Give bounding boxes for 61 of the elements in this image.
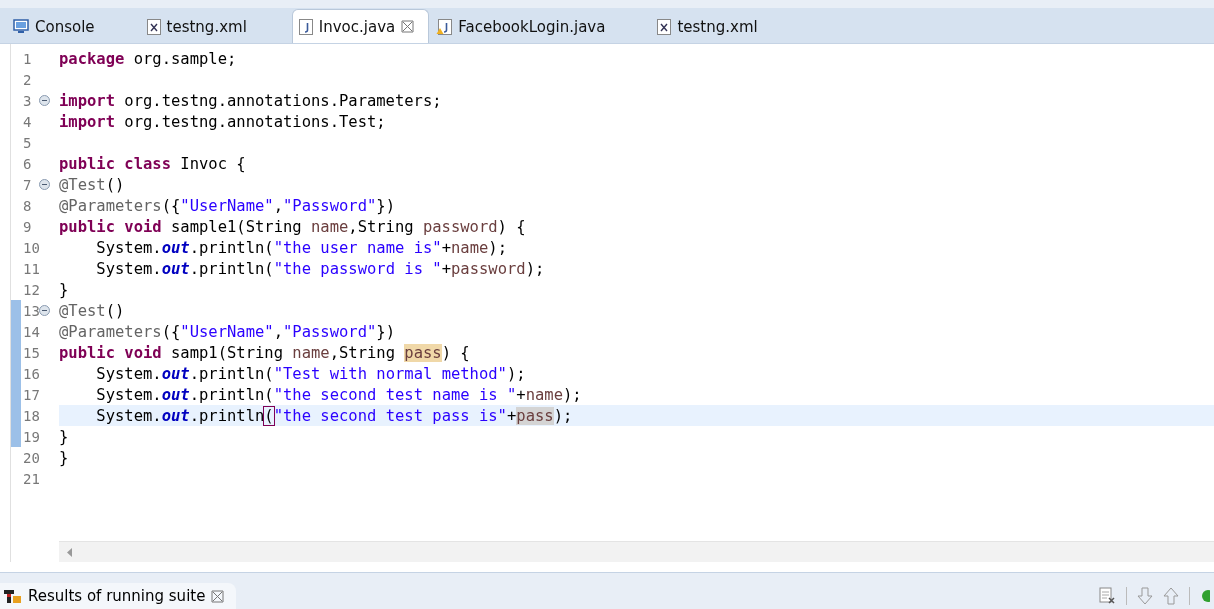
java-file-icon (298, 18, 313, 35)
xml-file-icon (657, 18, 672, 35)
editor-tab[interactable]: FacebookLogin.java (429, 9, 621, 43)
code-line: } (59, 448, 69, 467)
line-number: 1 (23, 51, 32, 67)
line-number: 14 (23, 324, 40, 340)
results-title: Results of running suite (28, 587, 206, 605)
code-line: @Parameters({"UserName","Password"}) (59, 322, 395, 341)
code-line: public void samp1(String name,String pass) { (59, 343, 470, 362)
editor-tab[interactable]: testng.xml (139, 9, 262, 43)
code-line: System.out.println("Test with normal method"); (95, 364, 526, 383)
line-number: 6 (23, 156, 32, 172)
line-number: 8 (23, 198, 32, 214)
results-tab[interactable]: Results of running suite (0, 583, 237, 609)
code-line: System.out.println("the second test pass is"+pass); (95, 406, 573, 425)
line-number: 16 (23, 366, 40, 382)
code-line: System.out.println("the password is "+password); (95, 259, 545, 278)
java-file-warning-icon (436, 18, 453, 35)
line-number: 17 (23, 387, 40, 403)
line-number: 3 (23, 93, 32, 109)
line-number: 18 (23, 408, 40, 424)
line-number: 9 (23, 219, 32, 235)
xml-file-icon (146, 18, 161, 35)
fold-icon[interactable] (39, 179, 50, 190)
code-line: } (59, 427, 69, 446)
editor-tab[interactable]: testng.xml (650, 9, 773, 43)
close-icon[interactable] (401, 20, 415, 33)
line-number: 7 (23, 177, 32, 193)
line-number: 20 (23, 450, 40, 466)
line-number: 21 (23, 471, 40, 487)
code-line: public class Invoc { (59, 154, 246, 173)
editor-tab[interactable]: Console (6, 9, 110, 43)
code-line: System.out.println("the user name is"+name); (95, 238, 507, 257)
status-icon[interactable] (1200, 588, 1210, 604)
code-line: public void sample1(String name,String password) { (59, 217, 526, 236)
fold-icon[interactable] (39, 305, 50, 316)
code-line: import org.testng.annotations.Parameters; (59, 91, 442, 110)
fold-icon[interactable] (39, 95, 50, 106)
editor-tab[interactable]: Invoc.java (291, 9, 430, 43)
code-line: @Test() (59, 301, 125, 320)
line-number: 10 (23, 240, 40, 256)
line-number: 4 (23, 114, 32, 130)
code-line: } (59, 280, 69, 299)
line-number: 13 (23, 303, 40, 319)
line-number: 12 (23, 282, 40, 298)
clear-results-icon[interactable] (1098, 587, 1116, 605)
scroll-left-icon[interactable] (67, 547, 73, 557)
line-number: 5 (23, 135, 32, 151)
horizontal-scrollbar[interactable] (59, 541, 1214, 562)
code-line: System.out.println("the second test name is "+name); (95, 385, 582, 404)
line-number: 11 (23, 261, 40, 277)
code-line: package org.sample; (59, 49, 237, 68)
console-icon (13, 19, 29, 34)
line-number: 2 (23, 72, 32, 88)
code-line: @Test() (59, 175, 125, 194)
code-line: import org.testng.annotations.Test; (59, 112, 386, 131)
line-number: 19 (23, 429, 40, 445)
line-number: 15 (23, 345, 40, 361)
code-line: @Parameters({"UserName","Password"}) (59, 196, 395, 215)
close-icon[interactable] (211, 589, 225, 603)
testng-icon (4, 588, 22, 604)
